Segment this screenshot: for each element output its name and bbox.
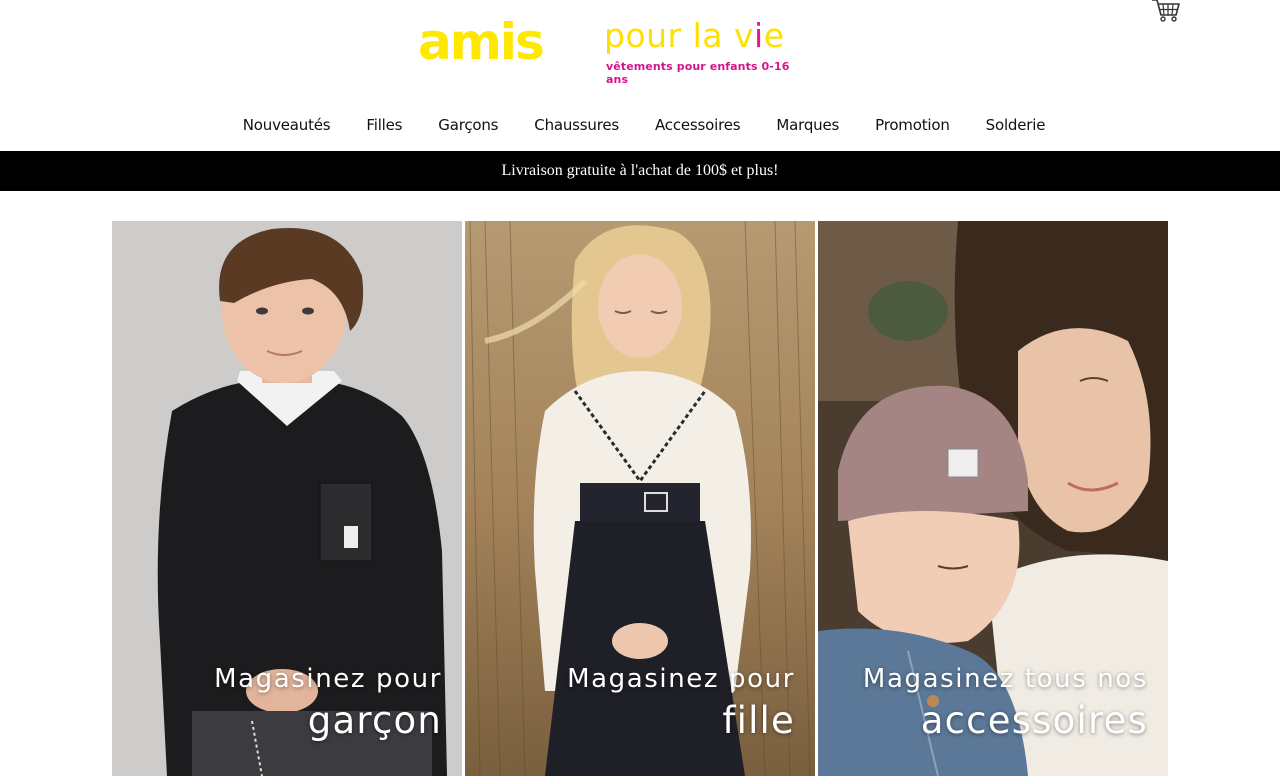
shopping-cart-icon[interactable]: [1150, 0, 1182, 24]
tile-caption-line1: Magasinez tous nos: [862, 664, 1148, 694]
tile-caption-line2: garçon: [307, 699, 442, 742]
tile-caption-line2: fille: [722, 699, 795, 742]
logo-mark: amis: [418, 13, 545, 71]
category-tiles: Magasinez pour garçon Magasinez pour fil…: [112, 221, 1168, 776]
nav-item-accessoires[interactable]: Accessoires: [637, 108, 758, 144]
tile-shop-girl[interactable]: Magasinez pour fille: [465, 221, 815, 776]
nav-item-promotion[interactable]: Promotion: [857, 108, 968, 144]
nav-item-solderie[interactable]: Solderie: [968, 108, 1064, 144]
logo-tagline: vêtements pour enfants 0-16 ans: [606, 60, 790, 86]
nav-item-marques[interactable]: Marques: [758, 108, 857, 144]
logo-wordmark: pour la vie: [604, 16, 785, 55]
main-navigation: Nouveautés Filles Garçons Chaussures Acc…: [0, 108, 1280, 144]
nav-item-nouveautes[interactable]: Nouveautés: [225, 108, 349, 144]
tile-caption-line1: Magasinez pour: [214, 664, 442, 694]
tile-caption-line1: Magasinez pour: [567, 664, 795, 694]
tile-shop-accessories[interactable]: Magasinez tous nos accessoires: [818, 221, 1168, 776]
nav-item-garcons[interactable]: Garçons: [420, 108, 516, 144]
tile-caption: Magasinez tous nos accessoires: [863, 662, 1148, 746]
nav-item-chaussures[interactable]: Chaussures: [516, 108, 637, 144]
tile-shop-boy[interactable]: Magasinez pour garçon: [112, 221, 462, 776]
tile-caption-line2: accessoires: [920, 699, 1148, 742]
site-header: amis pour la vie vêtements pour enfants …: [0, 0, 1280, 100]
site-logo[interactable]: amis pour la vie vêtements pour enfants …: [418, 12, 798, 86]
free-shipping-banner: Livraison gratuite à l'achat de 100$ et …: [0, 151, 1280, 191]
tile-caption: Magasinez pour fille: [567, 662, 795, 746]
nav-item-filles[interactable]: Filles: [348, 108, 420, 144]
tile-caption: Magasinez pour garçon: [214, 662, 442, 746]
